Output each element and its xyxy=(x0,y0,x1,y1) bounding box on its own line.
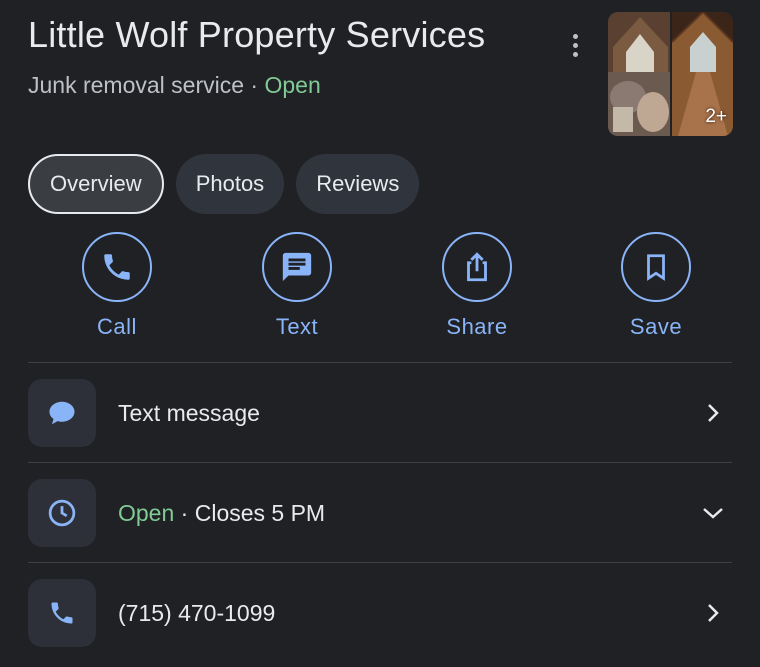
phone-icon-box xyxy=(28,579,96,647)
share-button[interactable]: Share xyxy=(417,232,537,340)
call-circle xyxy=(82,232,152,302)
call-label: Call xyxy=(97,314,137,339)
share-label: Share xyxy=(446,314,508,339)
text-label: Text xyxy=(275,314,319,339)
more-dot xyxy=(572,33,578,39)
tab-overview[interactable]: Overview xyxy=(28,154,164,214)
divider xyxy=(28,462,732,463)
hours-open-status: Open xyxy=(118,499,175,526)
place-subtitle: Junk removal service · Open xyxy=(28,72,321,99)
phone-icon xyxy=(104,254,130,280)
action-buttons: Call Text Share Save xyxy=(0,232,760,347)
text-message-row[interactable]: Text message xyxy=(28,378,732,448)
place-category: Junk removal service xyxy=(28,72,245,98)
chevron-right-icon xyxy=(698,398,728,428)
message-icon xyxy=(282,252,312,282)
text-circle xyxy=(262,232,332,302)
tab-photos[interactable]: Photos xyxy=(175,154,285,214)
save-circle xyxy=(621,232,691,302)
more-dot xyxy=(572,51,578,57)
clock-icon xyxy=(48,499,76,527)
divider xyxy=(28,362,732,363)
place-title: Little Wolf Property Services xyxy=(28,14,486,55)
save-label: Save xyxy=(629,314,683,339)
hours-separator: · xyxy=(180,499,189,526)
subtitle-separator: · xyxy=(250,72,259,98)
share-circle xyxy=(442,232,512,302)
place-photo-thumbnail[interactable]: 2+ xyxy=(608,12,733,136)
call-button[interactable]: Call xyxy=(57,232,177,340)
more-dot xyxy=(572,42,578,48)
hours-closing-time: Closes 5 PM xyxy=(194,499,326,526)
phone-icon xyxy=(51,602,73,624)
text-button[interactable]: Text xyxy=(237,232,357,340)
text-message-icon-box xyxy=(28,379,96,447)
bookmark-icon xyxy=(647,254,665,281)
divider xyxy=(28,562,732,563)
more-options-button[interactable] xyxy=(560,28,590,62)
photo-count-badge: 2+ xyxy=(705,106,727,127)
save-button[interactable]: Save xyxy=(596,232,716,340)
phone-number: (715) 470-1099 xyxy=(118,599,276,626)
text-message-label: Text message xyxy=(118,399,260,426)
chevron-right-icon xyxy=(698,598,728,628)
open-status: Open xyxy=(264,72,321,98)
tab-reviews[interactable]: Reviews xyxy=(296,154,420,214)
chat-bubble-icon xyxy=(49,401,75,425)
share-icon xyxy=(467,252,487,282)
chevron-down-icon[interactable] xyxy=(698,498,728,528)
tab-bar: Overview Photos Reviews xyxy=(28,154,420,214)
phone-row[interactable]: (715) 470-1099 xyxy=(28,578,732,648)
hours-row[interactable]: Open · Closes 5 PM xyxy=(28,478,732,548)
hours-icon-box xyxy=(28,479,96,547)
hours-text: Open · Closes 5 PM xyxy=(118,500,698,527)
